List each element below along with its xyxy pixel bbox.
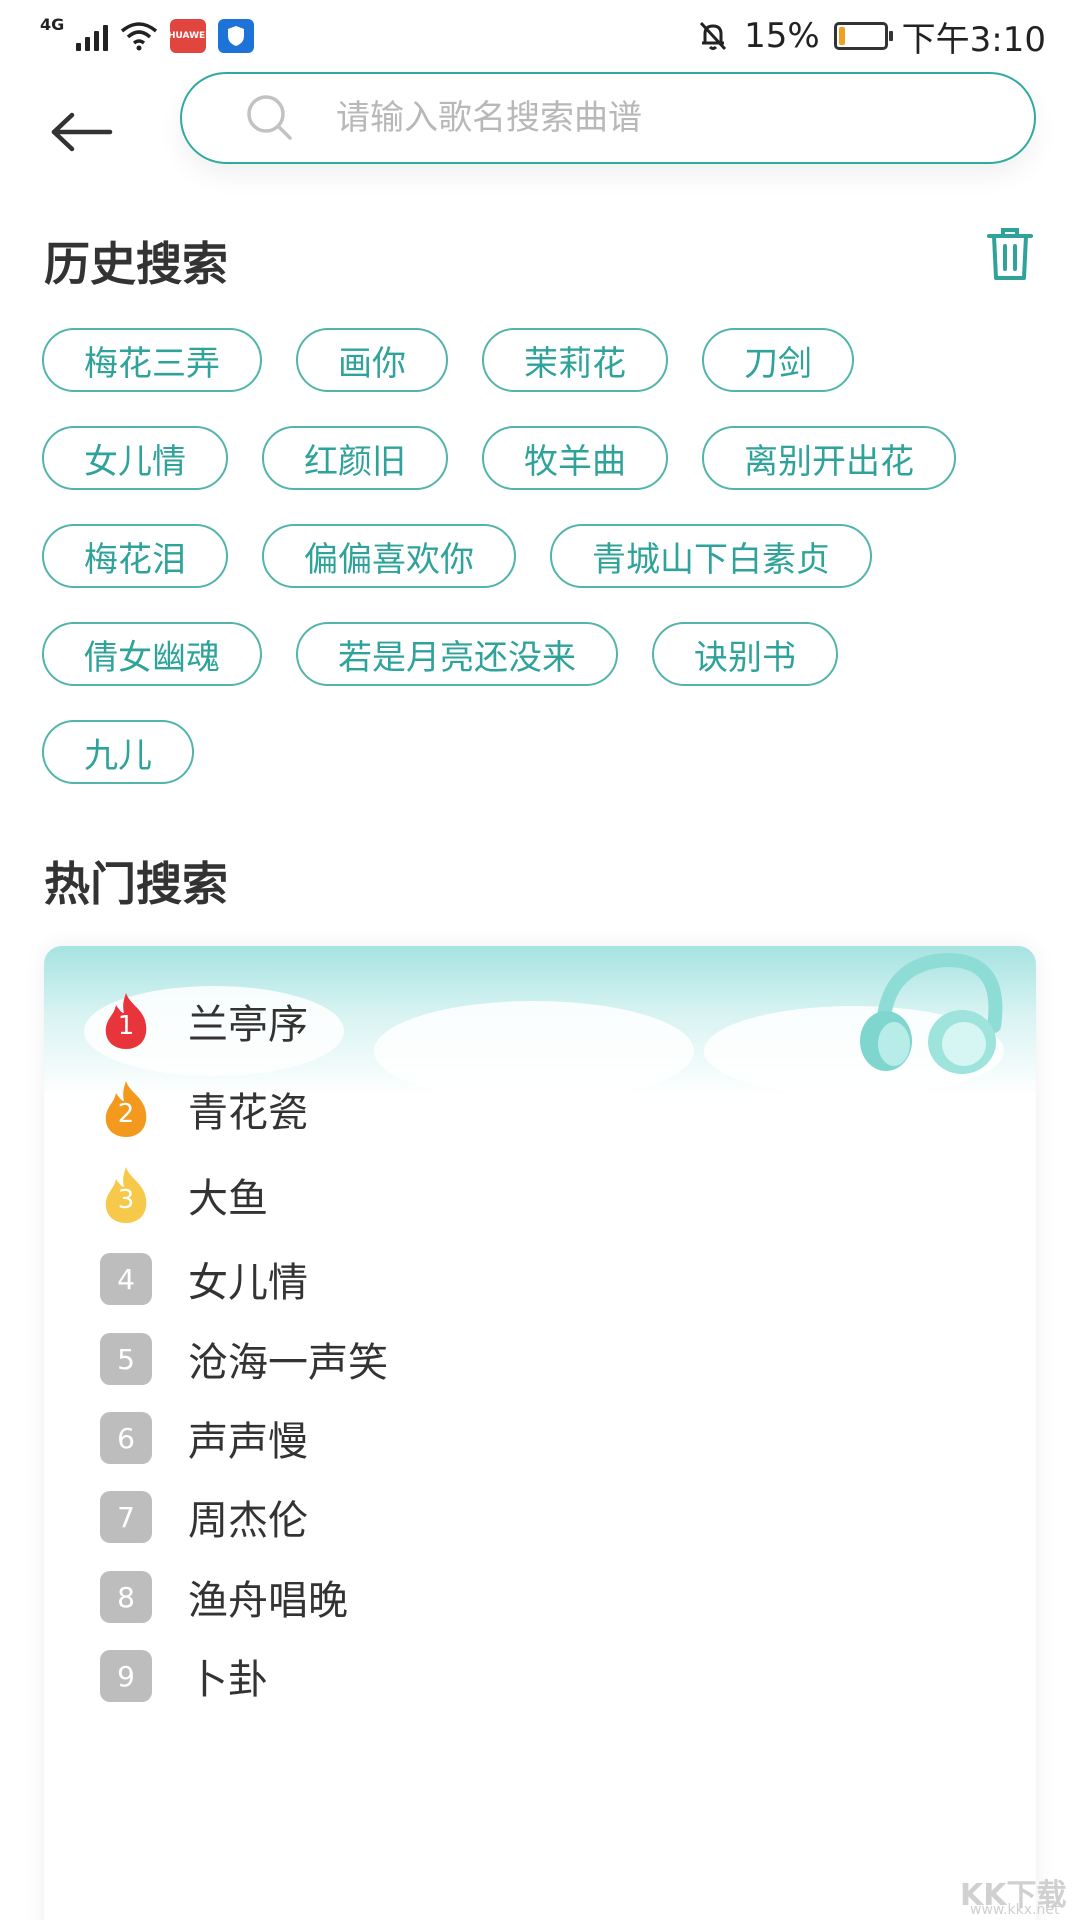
rank-number: 4 [100, 1253, 152, 1305]
hot-search-item[interactable]: 9 卜卦 [100, 1641, 268, 1711]
wifi-icon [121, 22, 158, 51]
history-tag[interactable]: 刀剑 [702, 328, 854, 392]
history-tag[interactable]: 倩女幽魂 [42, 622, 262, 686]
history-tag[interactable]: 九儿 [42, 720, 194, 784]
trash-icon [987, 228, 1033, 280]
headphone-icon [860, 952, 1003, 1074]
hot-search-label: 声声慢 [188, 1419, 308, 1465]
rank-number: 5 [100, 1333, 152, 1385]
hot-search-label: 青花瓷 [188, 1090, 308, 1136]
history-tag[interactable]: 红颜旧 [262, 426, 448, 490]
history-tag[interactable]: 若是月亮还没来 [296, 622, 618, 686]
history-tag[interactable]: 梅花三弄 [42, 328, 262, 392]
hot-search-item[interactable]: 1 兰亭序 [100, 986, 308, 1056]
battery-icon [833, 22, 893, 50]
hot-search-label: 周杰伦 [188, 1498, 308, 1544]
status-left: 4G HUAWEI [40, 15, 255, 53]
history-tag[interactable]: 茉莉花 [482, 328, 668, 392]
hot-title: 热门搜索 [44, 857, 228, 911]
history-tag-row: 梅花三弄 画你 茉莉花 刀剑 [42, 328, 1042, 392]
battery-percent: 15% [744, 16, 820, 56]
rank-number: 3 [117, 1185, 135, 1215]
hot-search-item[interactable]: 5 沧海一声笑 [100, 1324, 388, 1394]
history-tag-row: 九儿 [42, 720, 1042, 784]
history-tag[interactable]: 离别开出花 [702, 426, 956, 490]
rank-number: 9 [100, 1650, 152, 1702]
signal-icon [76, 21, 109, 51]
history-tag[interactable]: 画你 [296, 328, 448, 392]
watermark-url: www.kkx.net [970, 1902, 1060, 1918]
history-title: 历史搜索 [44, 237, 228, 291]
history-tag[interactable]: 女儿情 [42, 426, 228, 490]
hot-search-label: 渔舟唱晚 [188, 1578, 348, 1624]
flame-rank-icon: 3 [100, 1165, 152, 1225]
hot-search-label: 女儿情 [188, 1260, 308, 1306]
hot-search-item[interactable]: 7 周杰伦 [100, 1482, 308, 1552]
history-tag-row: 女儿情 红颜旧 牧羊曲 离别开出花 [42, 426, 1042, 490]
history-tag-row: 倩女幽魂 若是月亮还没来 诀别书 [42, 622, 1042, 686]
mute-bell-icon [699, 21, 727, 51]
rank-number: 7 [100, 1491, 152, 1543]
status-right: 15% 下午3:10 [696, 12, 1046, 61]
search-page: 4G HUAWEI 15% 下午3:10 请输入歌名搜索曲谱 历史搜索 梅花三弄… [0, 0, 1080, 1920]
search-bar[interactable] [180, 72, 1036, 164]
rank-number: 8 [100, 1571, 152, 1623]
hot-search-label: 卜卦 [188, 1657, 268, 1703]
search-input[interactable] [336, 98, 976, 138]
clear-history-button[interactable] [986, 226, 1034, 282]
hot-search-label: 沧海一声笑 [188, 1340, 388, 1386]
history-tags: 梅花三弄 画你 茉莉花 刀剑 女儿情 红颜旧 牧羊曲 离别开出花 梅花泪 偏偏喜欢你 青城山下白素贞… [42, 328, 1042, 818]
back-button[interactable] [42, 96, 122, 168]
hot-search-item[interactable]: 4 女儿情 [100, 1244, 308, 1314]
hot-search-item[interactable]: 3 大鱼 [100, 1160, 268, 1230]
shield-app-icon [218, 19, 255, 53]
rank-number: 1 [117, 1011, 135, 1041]
arrow-left-icon [51, 112, 113, 152]
history-tag[interactable]: 青城山下白素贞 [550, 524, 872, 588]
search-header [0, 72, 1080, 192]
history-tag[interactable]: 牧羊曲 [482, 426, 668, 490]
flame-rank-icon: 2 [100, 1079, 152, 1139]
network-type: 4G [40, 14, 65, 34]
search-icon [247, 95, 292, 140]
history-tag[interactable]: 诀别书 [652, 622, 838, 686]
cloud-decoration [374, 1001, 694, 1101]
rank-number: 2 [117, 1099, 135, 1129]
history-tag[interactable]: 梅花泪 [42, 524, 228, 588]
hot-search-item[interactable]: 6 声声慢 [100, 1403, 308, 1473]
rank-number: 6 [100, 1412, 152, 1464]
clock: 下午3:10 [901, 19, 1046, 60]
status-bar: 4G HUAWEI 15% 下午3:10 [0, 0, 1080, 72]
battery-fill [838, 27, 846, 45]
hot-search-label: 大鱼 [188, 1176, 268, 1222]
history-tag[interactable]: 偏偏喜欢你 [262, 524, 516, 588]
flame-rank-icon: 1 [100, 991, 152, 1051]
huawei-appgallery-icon: HUAWEI [168, 19, 209, 53]
hot-search-list: 1 兰亭序 2 青花瓷 3 大鱼 4 女儿情 5 沧海一声笑 6 声声慢 7 周杰伦 8 渔舟唱晚 9 卜卦 [44, 946, 1036, 1920]
hot-search-item[interactable]: 8 渔舟唱晚 [100, 1562, 348, 1632]
hot-search-label: 兰亭序 [188, 1002, 308, 1048]
hot-search-item[interactable]: 2 青花瓷 [100, 1074, 308, 1144]
history-tag-row: 梅花泪 偏偏喜欢你 青城山下白素贞 [42, 524, 1042, 588]
